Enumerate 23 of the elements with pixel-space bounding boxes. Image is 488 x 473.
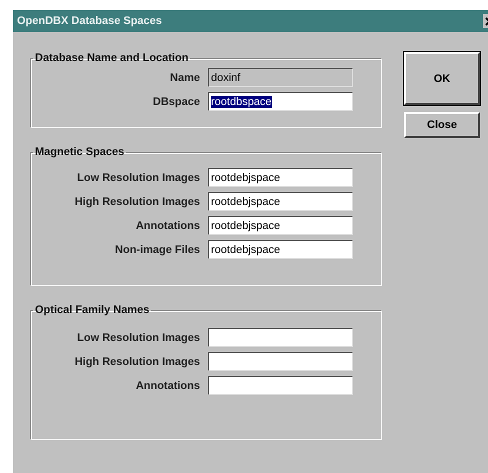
field-label: High Resolution Images (74, 356, 200, 368)
input-field[interactable]: rootdebjspace (208, 216, 353, 235)
dialog-button[interactable]: OK (404, 52, 480, 105)
input-field[interactable] (208, 376, 353, 395)
field-label: Low Resolution Images (77, 332, 200, 344)
window-title: OpenDBX Database Spaces (17, 15, 162, 27)
input-field[interactable]: rootdebjspace (208, 192, 353, 211)
field-label: Annotations (136, 220, 200, 232)
field-label: High Resolution Images (74, 196, 200, 208)
input-field[interactable] (208, 328, 353, 347)
field-label: Name (170, 72, 200, 84)
group-title: Database Name and Location (34, 52, 190, 64)
group-title: Optical Family Names (34, 304, 150, 316)
field-label: Annotations (136, 380, 200, 392)
field-label: Non-image Files (115, 244, 200, 256)
input-field[interactable] (208, 352, 353, 371)
field-label: Low Resolution Images (77, 172, 200, 184)
dialog-button[interactable]: Close (404, 112, 480, 138)
input-field[interactable]: rootdebjspace (208, 240, 353, 259)
field-label: DBspace (152, 96, 200, 108)
input-field[interactable]: rootdbspace (208, 92, 353, 111)
input-field[interactable]: rootdebjspace (208, 168, 353, 187)
group-title: Magnetic Spaces (34, 146, 126, 158)
